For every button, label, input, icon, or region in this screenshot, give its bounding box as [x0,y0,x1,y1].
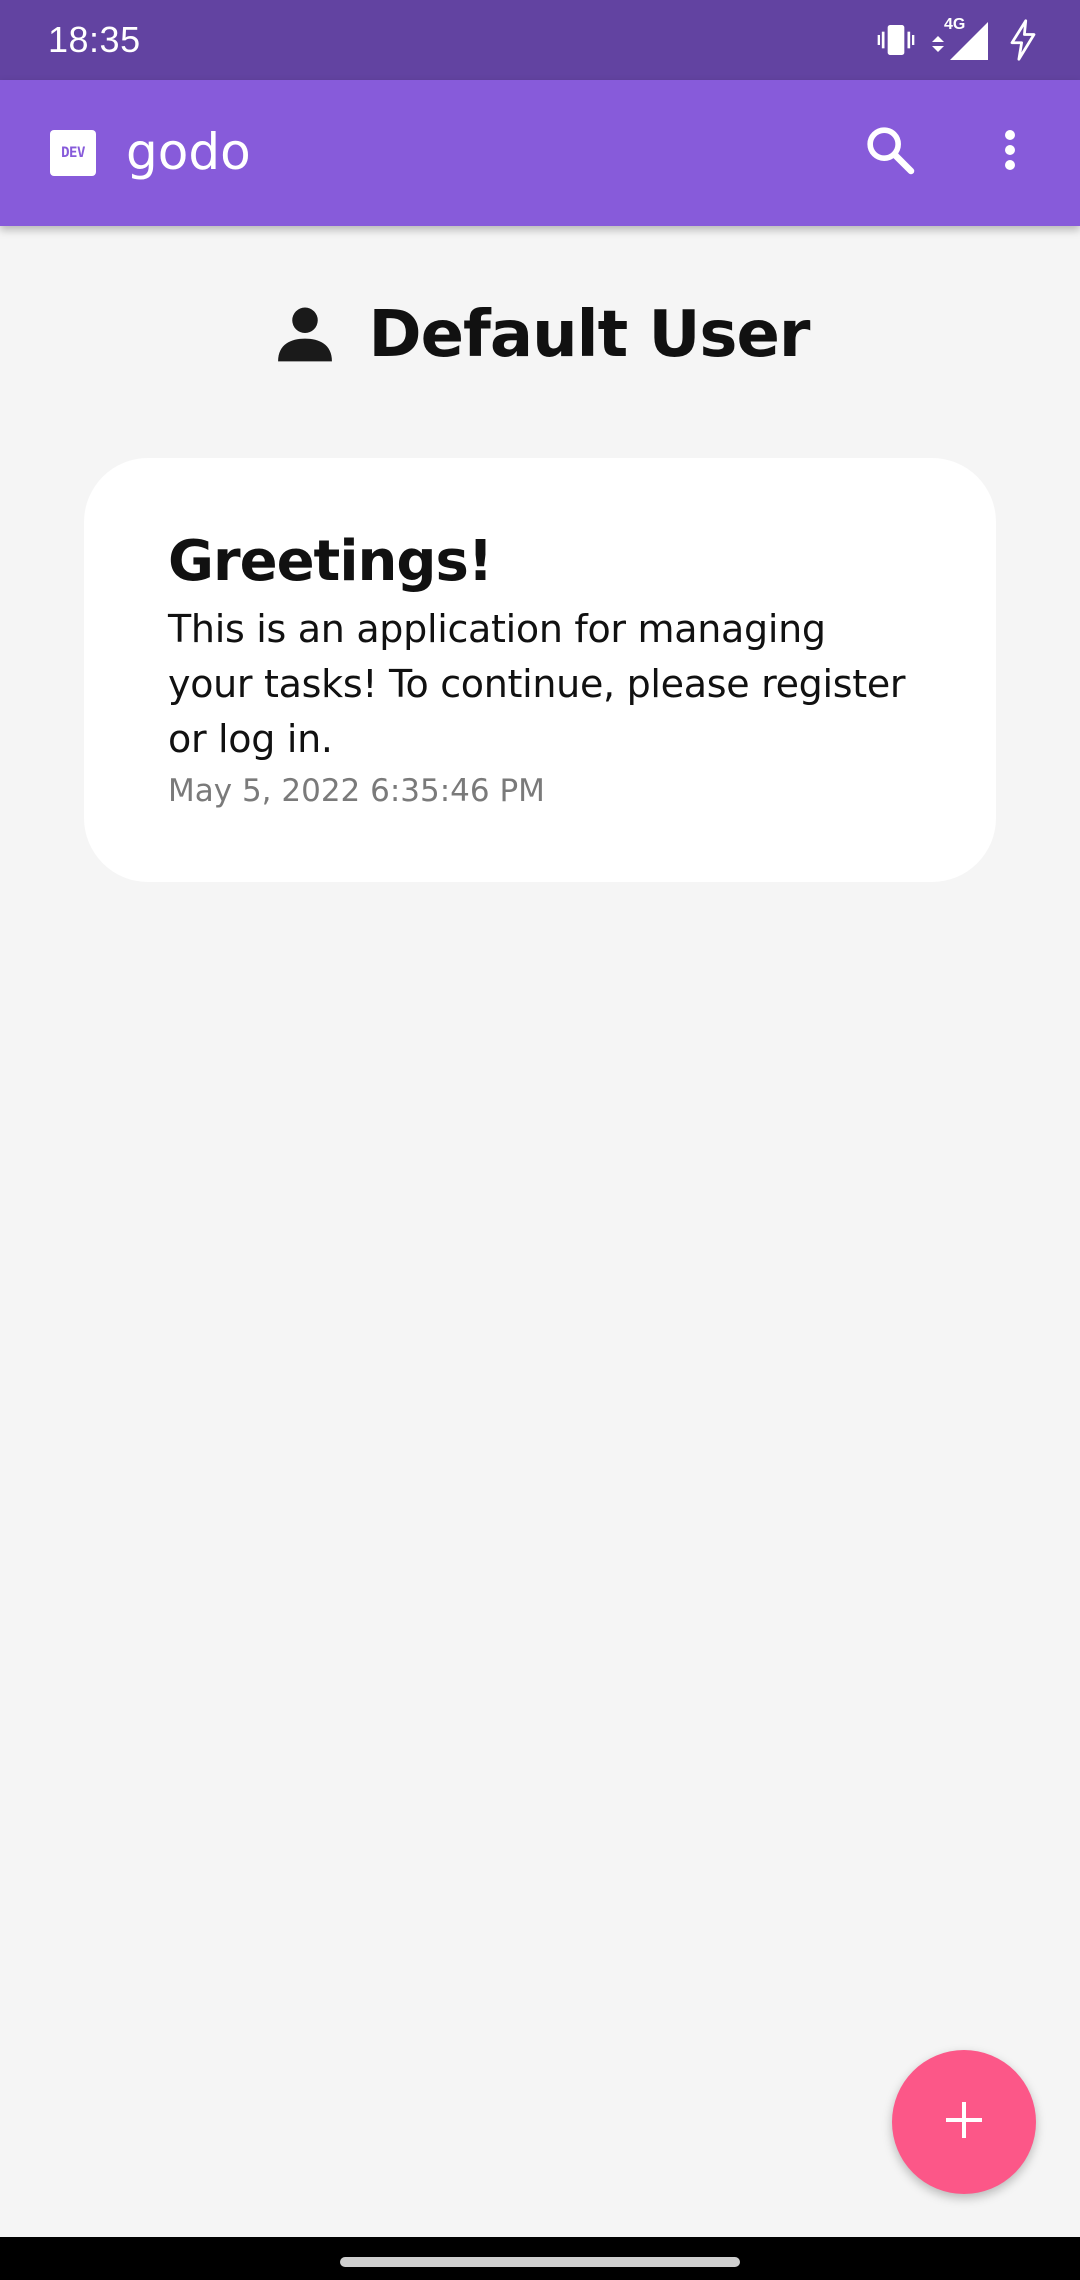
app-logo: DEV [50,130,96,176]
home-gesture-handle[interactable] [340,2257,740,2267]
network-signal-icon: 4G [930,16,992,62]
status-bar: 18:35 4G [0,0,1080,80]
card-date: May 5, 2022 6:35:46 PM [168,773,545,809]
add-task-button[interactable] [892,2050,1036,2194]
user-name: Default User [368,298,811,372]
status-icons: 4G [876,16,1040,64]
status-time: 18:35 [48,19,141,60]
greeting-card[interactable]: Greetings! This is an application for ma… [84,458,996,882]
user-header: Default User [0,290,1080,380]
network-type-label: 4G [944,16,966,33]
add-icon [942,2098,986,2146]
person-icon [271,299,339,371]
charging-icon [1006,18,1040,62]
navigation-bar [0,2237,1080,2280]
app-bar: DEV godo [0,80,1080,226]
search-button[interactable] [858,120,922,184]
card-body: This is an application for managing your… [168,607,906,761]
vibrate-icon [876,20,916,60]
search-icon [862,122,918,182]
app-title: godo [126,123,251,181]
card-title: Greetings! [168,529,493,594]
more-options-button[interactable] [986,120,1034,184]
more-vert-icon [1002,126,1018,178]
